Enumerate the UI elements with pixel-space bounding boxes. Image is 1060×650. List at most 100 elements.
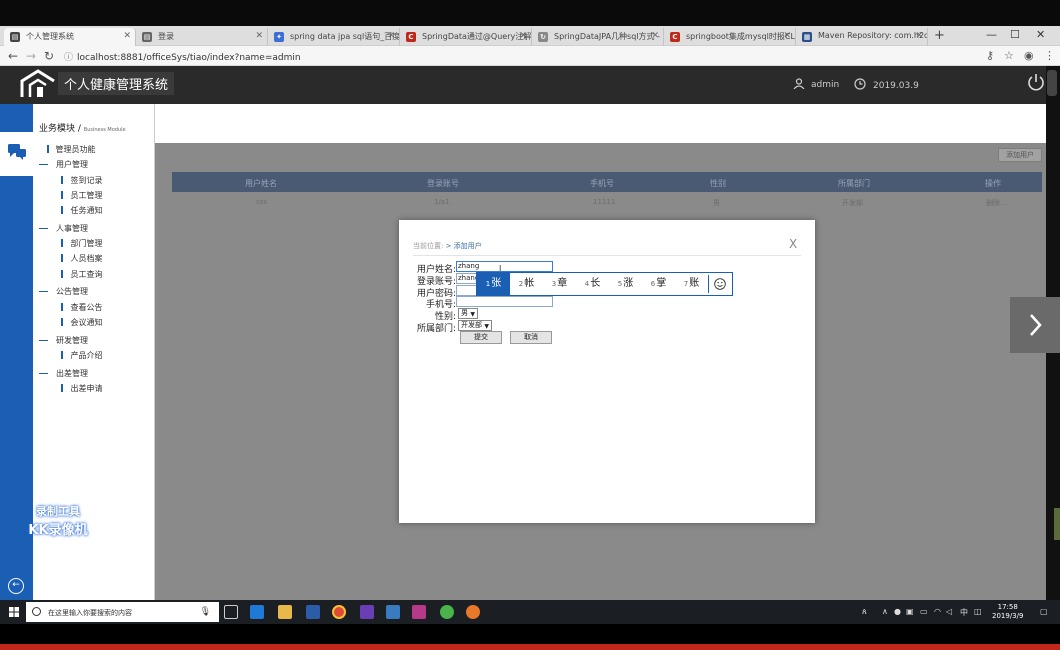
wifi-icon[interactable]: ◠: [934, 607, 941, 616]
ime-candidate[interactable]: 5涨: [609, 273, 642, 295]
sidebar-item-view-notices[interactable]: 查看公告: [61, 302, 103, 313]
browser-tab-1[interactable]: ▤ 个人管理系统 ✕: [4, 28, 136, 46]
back-arrow-icon[interactable]: ←: [8, 49, 18, 63]
notifications-icon[interactable]: ▢: [1040, 607, 1048, 616]
account-icon[interactable]: ◉: [1024, 49, 1034, 62]
close-icon[interactable]: ✕: [387, 31, 395, 41]
search-placeholder: 在这里输入你要搜索的内容: [48, 609, 132, 617]
app-icon[interactable]: [306, 605, 320, 619]
browser-tab-5[interactable]: ↻ SpringDataJPA几种sql方式 - u ✕: [532, 28, 664, 46]
battery-icon[interactable]: ▭: [920, 607, 928, 616]
sidebar-item-tasks[interactable]: 任务通知: [61, 205, 103, 216]
microphone-icon[interactable]: 🎙: [200, 607, 211, 617]
chrome-icon[interactable]: [332, 605, 346, 619]
phone-input[interactable]: [456, 296, 553, 307]
sidebar-group-rnd[interactable]: 研发管理: [39, 335, 88, 346]
browser-tab-3[interactable]: ✦ spring data jpa sql语句_百度搜 ✕: [268, 28, 400, 46]
wechat-icon[interactable]: ●: [894, 607, 901, 616]
network-icon[interactable]: ▣: [906, 607, 914, 616]
scrollbar-thumb[interactable]: [1047, 70, 1057, 96]
next-slide-button[interactable]: [1010, 297, 1060, 353]
name-input[interactable]: zhang: [456, 261, 553, 272]
sidebar-item-label: 任务通知: [70, 206, 103, 215]
sidebar-item-products[interactable]: 产品介绍: [61, 350, 103, 361]
ime-candidate[interactable]: 4长: [576, 273, 609, 295]
add-user-dialog: 当前位置: > 添加用户 X 用户姓名: zhang I 登录账号: zhang…: [399, 220, 815, 523]
color-app-icon[interactable]: [440, 605, 454, 619]
sidebar-item-meetings[interactable]: 会议通知: [61, 317, 103, 328]
people-icon[interactable]: ጰ: [862, 607, 867, 617]
volume-icon[interactable]: ◁: [946, 607, 952, 616]
close-icon[interactable]: ✕: [651, 31, 659, 41]
browser-tab-4[interactable]: C SpringData通过@Query注解实 ✕: [400, 28, 532, 46]
ime-candidate[interactable]: 2帐: [510, 273, 543, 295]
sidebar-item-travel-request[interactable]: 出差申请: [61, 383, 103, 394]
sidebar-item-label: 出差申请: [70, 384, 103, 393]
close-icon[interactable]: ✕: [123, 31, 131, 41]
ime-mode-icon[interactable]: ◫: [974, 607, 982, 616]
ime-candidate[interactable]: 3章: [543, 273, 576, 295]
sidebar-group-users[interactable]: 用户管理: [39, 159, 88, 170]
intellij-icon[interactable]: [412, 605, 426, 619]
recorder-icon[interactable]: [466, 605, 480, 619]
emoji-icon[interactable]: [714, 278, 726, 290]
taskbar-clock[interactable]: 17:58 2019/3/9: [992, 603, 1023, 621]
forward-arrow-icon[interactable]: →: [26, 49, 36, 63]
sidebar-item-employee-search[interactable]: 员工查询: [61, 269, 103, 280]
key-icon[interactable]: ⚷: [986, 49, 994, 62]
menu-icon[interactable]: ⋮: [1044, 49, 1055, 62]
user-name: admin: [811, 80, 840, 90]
close-icon[interactable]: ✕: [915, 31, 923, 41]
sidebar-group-travel[interactable]: 出差管理: [39, 368, 88, 379]
sidebar-item-label: 产品介绍: [70, 351, 103, 360]
star-icon[interactable]: ☆: [1004, 49, 1014, 62]
file-explorer-icon[interactable]: [278, 605, 292, 619]
gender-select[interactable]: 男 ▼: [458, 308, 478, 319]
close-icon[interactable]: X: [789, 237, 797, 251]
submit-button[interactable]: 提交: [460, 331, 502, 344]
sidebar-item-admin[interactable]: 管理员功能: [47, 144, 96, 155]
sidebar-group-hr[interactable]: 人事管理: [39, 223, 88, 234]
sidebar-item-label: 人员档案: [70, 254, 103, 263]
editor-icon[interactable]: [386, 605, 400, 619]
browser-tab-2[interactable]: ▤ 登录 ✕: [136, 28, 268, 46]
ime-candidate[interactable]: 6掌: [642, 273, 675, 295]
minimize-icon[interactable]: —: [986, 28, 997, 41]
sidebar-item-signin[interactable]: 签到记录: [61, 175, 103, 186]
power-icon[interactable]: [1026, 72, 1046, 92]
close-icon[interactable]: ✕: [783, 31, 791, 41]
chevron-up-icon[interactable]: ∧: [882, 607, 888, 616]
delete-link[interactable]: 删除...: [986, 198, 1007, 208]
table-header: 用户姓名 登录账号 手机号 性别 所属部门 操作: [172, 172, 1042, 192]
reload-icon[interactable]: ↻: [44, 49, 54, 63]
new-tab-button[interactable]: +: [934, 28, 945, 43]
maven-icon: ▦: [802, 32, 812, 42]
cancel-button[interactable]: 取消: [510, 331, 552, 344]
url-field[interactable]: ⓘ localhost:8881/officeSys/tiao/index?nam…: [64, 50, 301, 63]
task-view-icon[interactable]: [224, 605, 238, 619]
side-widget: [1054, 508, 1060, 540]
sidebar-item-employees[interactable]: 员工管理: [61, 190, 103, 201]
sidebar-item-departments[interactable]: 部门管理: [61, 238, 103, 249]
browser-tab-6[interactable]: C springboot集成mysql时报CLIE ✕: [664, 28, 796, 46]
close-icon[interactable]: ✕: [519, 31, 527, 41]
sidebar-group-notices[interactable]: 公告管理: [39, 286, 88, 297]
header-user[interactable]: admin: [793, 78, 839, 90]
taskbar-search[interactable]: 在这里输入你要搜索的内容 🎙: [26, 602, 219, 622]
sidebar-item-label: 管理员功能: [55, 145, 96, 154]
close-window-icon[interactable]: ✕: [1036, 28, 1045, 41]
browser-tab-7[interactable]: ▦ Maven Repository: com.h2dat ✕: [796, 28, 928, 46]
visual-studio-icon[interactable]: [360, 605, 374, 619]
maximize-icon[interactable]: ☐: [1010, 28, 1020, 41]
collapse-arrow-icon[interactable]: ←: [8, 578, 24, 594]
language-indicator[interactable]: 中: [960, 607, 968, 618]
windows-start-icon[interactable]: [9, 607, 19, 617]
sidebar-item-archives[interactable]: 人员档案: [61, 253, 103, 264]
dept-value: 开发部: [461, 321, 482, 329]
edge-icon[interactable]: [250, 605, 264, 619]
add-user-button[interactable]: 添加用户: [998, 148, 1042, 162]
dept-select[interactable]: 开发部 ▼: [458, 320, 492, 331]
close-icon[interactable]: ✕: [255, 31, 263, 41]
ime-candidate[interactable]: 1张: [477, 273, 510, 295]
ime-candidate[interactable]: 7账: [675, 273, 708, 295]
